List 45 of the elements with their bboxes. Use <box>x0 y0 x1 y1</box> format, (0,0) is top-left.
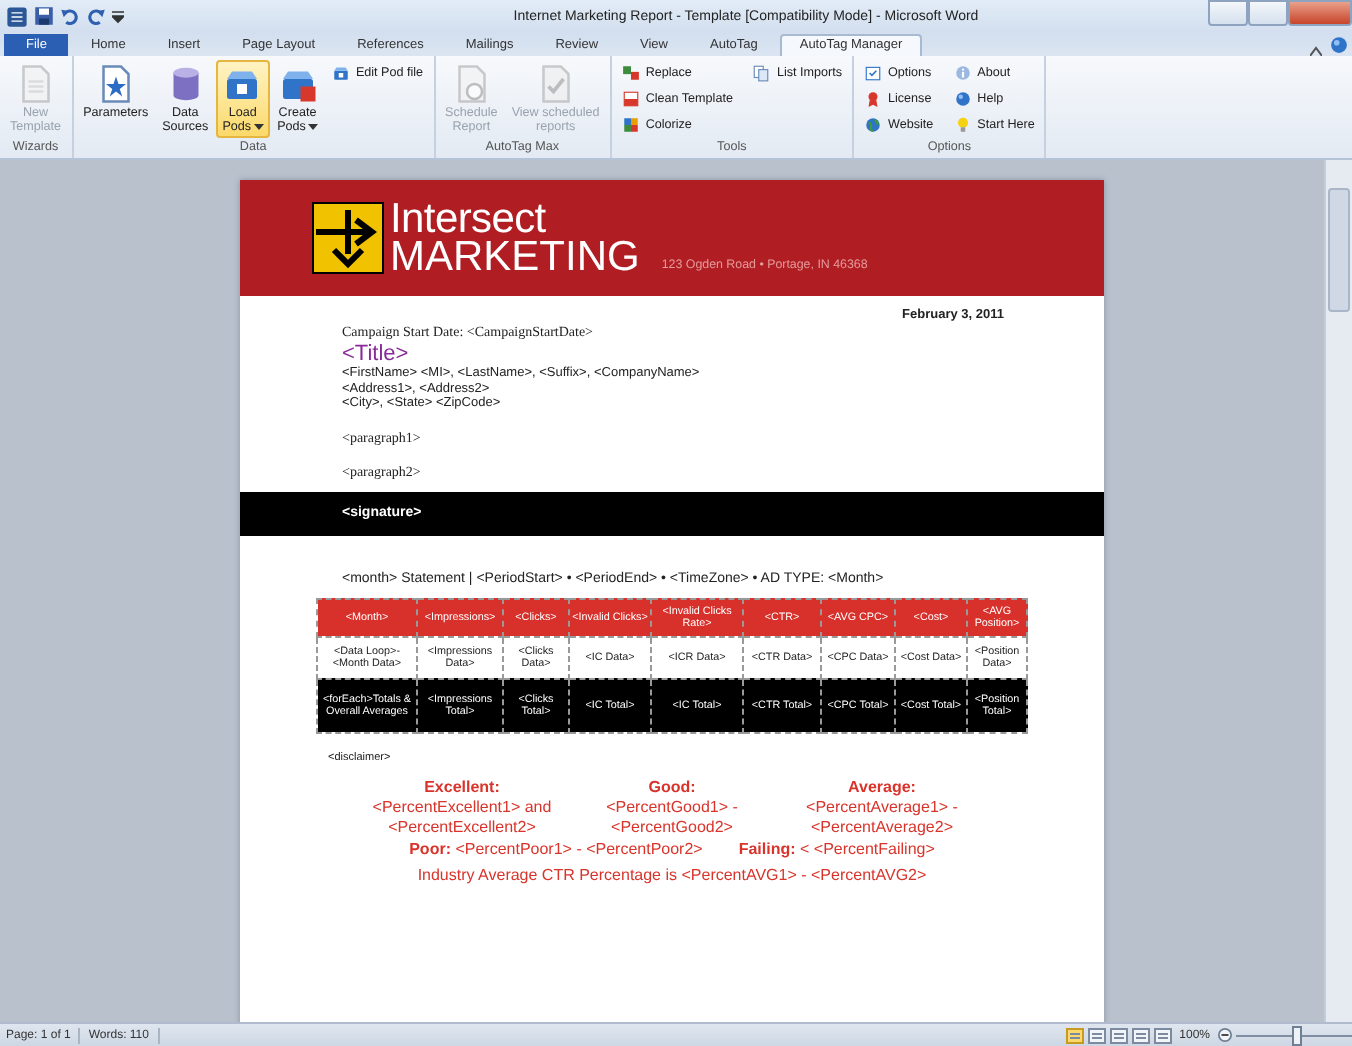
outline-view-icon[interactable] <box>1131 1027 1150 1043</box>
rating-range: <PercentAverage1> - <PercentAverage2> <box>804 797 960 837</box>
document-icon <box>621 89 640 107</box>
brand-name: MARKETING <box>390 238 640 276</box>
globe-icon <box>864 115 882 133</box>
title-field: <Title> <box>342 342 1004 366</box>
rating-label: Average: <box>846 777 918 797</box>
rating-label: Good: <box>646 777 698 797</box>
print-layout-icon[interactable] <box>1065 1027 1084 1043</box>
rating-range: <PercentExcellent1> and <PercentExcellent2> <box>370 797 554 837</box>
app-icon[interactable] <box>6 5 28 27</box>
redo-icon[interactable] <box>86 6 106 26</box>
reading-view-icon[interactable] <box>1087 1027 1106 1043</box>
industry-average-text: Industry Average CTR Percentage is <PercentAVG1> - <PercentAVG2> <box>415 865 929 883</box>
slider-thumb[interactable] <box>1291 1025 1301 1045</box>
close-button[interactable] <box>1288 0 1352 26</box>
scrollbar[interactable] <box>1324 160 1352 1022</box>
maximize-button[interactable] <box>1248 0 1288 26</box>
checkbox-icon <box>864 63 882 81</box>
caret-icon <box>253 123 264 129</box>
draft-view-icon[interactable] <box>1153 1027 1172 1043</box>
rating-label: Excellent: <box>422 777 502 797</box>
save-icon[interactable] <box>34 6 54 26</box>
documents-icon <box>752 63 771 81</box>
bulb-icon <box>953 115 972 133</box>
customize-icon[interactable] <box>112 8 124 24</box>
color-grid-icon <box>621 115 640 133</box>
undo-icon[interactable] <box>60 6 80 26</box>
swap-icon <box>621 63 640 81</box>
threshold-text: Failing: < <PercentFailing> <box>738 839 935 857</box>
threshold-text: Poor: <PercentPoor1> - <PercentPoor2> <box>409 839 703 857</box>
zoom-slider[interactable] <box>1236 1025 1352 1045</box>
logo-icon <box>312 202 384 274</box>
box-icon <box>331 63 350 81</box>
help-icon <box>953 89 972 107</box>
rating-range: <PercentGood1> - <PercentGood2> <box>604 797 740 837</box>
info-icon <box>953 63 972 81</box>
web-layout-icon[interactable] <box>1109 1027 1128 1043</box>
help-icon[interactable] <box>1330 36 1348 54</box>
zoom-out-icon[interactable] <box>1218 1028 1232 1042</box>
minimize-button[interactable] <box>1208 0 1248 26</box>
caret-icon <box>307 123 318 129</box>
award-icon <box>864 89 882 107</box>
collapse-icon[interactable] <box>1310 46 1322 56</box>
brand-name: Intersect <box>390 200 546 238</box>
